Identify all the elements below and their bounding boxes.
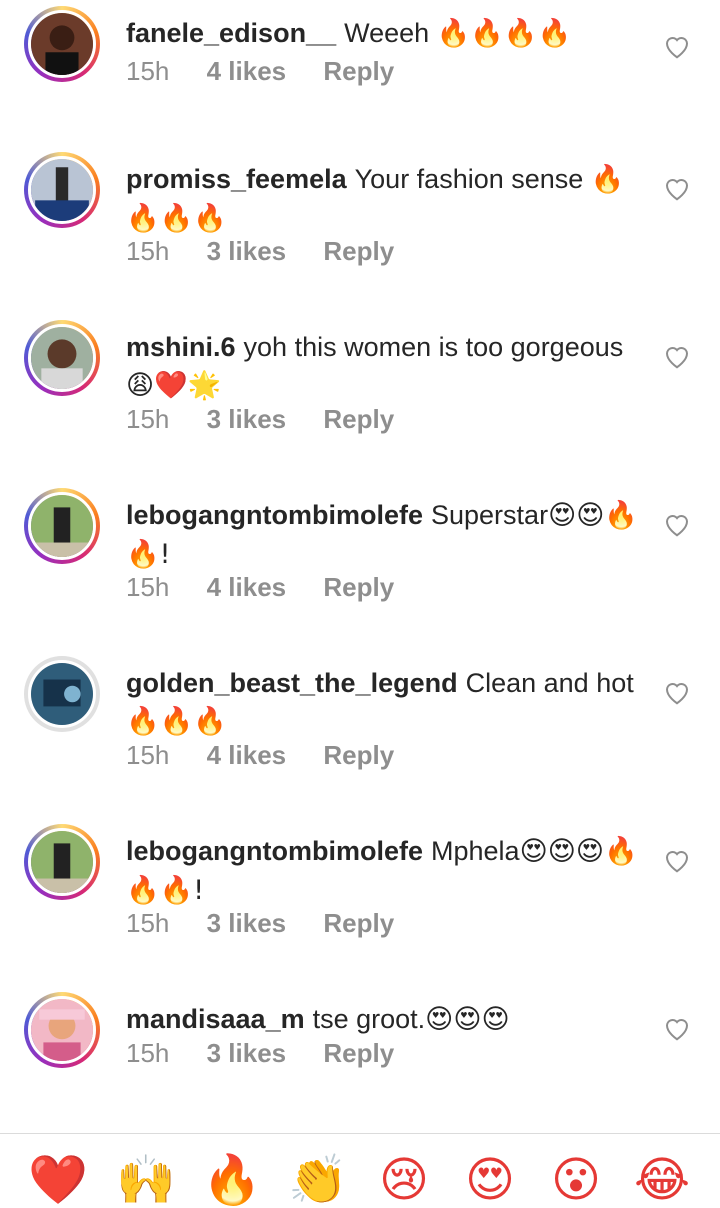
reply-button[interactable]: Reply	[323, 1038, 394, 1068]
comment-body: Superstar	[431, 500, 549, 530]
comment-meta: 15h 3 likes Reply	[126, 404, 424, 435]
comment-username[interactable]: mandisaaa_m	[126, 1004, 305, 1034]
comment-body: Clean and hot	[465, 668, 634, 698]
comment-text: lebogangntombimolefe Mphela😍😍😍🔥🔥🔥!	[126, 832, 646, 910]
comment-time: 15h	[126, 56, 170, 86]
comment-username[interactable]: lebogangntombimolefe	[126, 836, 423, 866]
comment-emoji: 🔥🔥🔥	[126, 706, 227, 737]
like-heart-icon[interactable]	[662, 1014, 692, 1042]
comment-likes[interactable]: 3 likes	[207, 908, 287, 938]
reply-button[interactable]: Reply	[323, 740, 394, 770]
heart-eyes-reaction-icon[interactable]: 😍	[458, 1152, 522, 1208]
reply-button[interactable]: Reply	[323, 572, 394, 602]
like-heart-icon[interactable]	[662, 510, 692, 538]
avatar[interactable]	[24, 152, 100, 228]
comment-text: fanele_edison__ Weeeh 🔥🔥🔥🔥	[126, 14, 646, 53]
heart-reaction-icon[interactable]: ❤️	[26, 1152, 90, 1208]
comment-meta: 15h 3 likes Reply	[126, 908, 424, 939]
avatar[interactable]	[24, 320, 100, 396]
comment-meta: 15h 4 likes Reply	[126, 56, 424, 87]
comment-emoji: 😩❤️🌟	[126, 370, 222, 401]
comment-time: 15h	[126, 908, 170, 938]
comment-username[interactable]: lebogangntombimolefe	[126, 500, 423, 530]
comment-meta: 15h 4 likes Reply	[126, 572, 424, 603]
clapping-hands-reaction-icon[interactable]: 👏	[286, 1152, 350, 1208]
reply-button[interactable]: Reply	[323, 908, 394, 938]
comment-likes[interactable]: 4 likes	[207, 56, 287, 86]
comment-meta: 15h 3 likes Reply	[126, 1038, 424, 1069]
comment-body: Weeeh	[344, 18, 430, 48]
comment-time: 15h	[126, 572, 170, 602]
comment-meta: 15h 4 likes Reply	[126, 740, 424, 771]
reply-button[interactable]: Reply	[323, 56, 394, 86]
comment-text: mshini.6 yoh this women is too gorgeous 😩…	[126, 328, 646, 405]
comment-time: 15h	[126, 404, 170, 434]
comment-body: Mphela	[431, 836, 520, 866]
tears-of-joy-reaction-icon[interactable]: 😂	[630, 1152, 694, 1208]
comment-likes[interactable]: 4 likes	[207, 572, 287, 602]
comment-username[interactable]: mshini.6	[126, 332, 236, 362]
avatar[interactable]	[24, 992, 100, 1068]
comment-body: yoh this women is too gorgeous	[243, 332, 624, 362]
avatar[interactable]	[24, 488, 100, 564]
reply-button[interactable]: Reply	[323, 404, 394, 434]
comment-body: Your fashion sense	[354, 164, 584, 194]
like-heart-icon[interactable]	[662, 174, 692, 202]
comment-likes[interactable]: 3 likes	[207, 404, 287, 434]
avatar[interactable]	[24, 6, 100, 82]
comment-time: 15h	[126, 1038, 170, 1068]
like-heart-icon[interactable]	[662, 678, 692, 706]
comment-meta: 15h 3 likes Reply	[126, 236, 424, 267]
comment-username[interactable]: fanele_edison__	[126, 18, 336, 48]
fire-reaction-icon[interactable]: 🔥	[200, 1152, 264, 1208]
reply-button[interactable]: Reply	[323, 236, 394, 266]
comment-likes[interactable]: 4 likes	[207, 740, 287, 770]
comment-likes[interactable]: 3 likes	[207, 236, 287, 266]
like-heart-icon[interactable]	[662, 32, 692, 60]
comment-text: lebogangntombimolefe Superstar😍😍🔥🔥!	[126, 496, 646, 574]
comment-username[interactable]: promiss_feemela	[126, 164, 347, 194]
like-heart-icon[interactable]	[662, 342, 692, 370]
comment-body: tse groot.	[312, 1004, 426, 1034]
emoji-reaction-bar: ❤️ 🙌 🔥 👏 😢 😍 😮 😂	[0, 1134, 720, 1208]
comment-emoji: 🔥🔥🔥🔥	[436, 18, 572, 49]
comment-time: 15h	[126, 236, 170, 266]
crying-face-reaction-icon[interactable]: 😢	[372, 1152, 436, 1208]
comment-text: promiss_feemela Your fashion sense 🔥🔥🔥🔥	[126, 160, 646, 238]
comment-text: golden_beast_the_legend Clean and hot 🔥🔥🔥	[126, 664, 646, 741]
avatar[interactable]	[24, 824, 100, 900]
comment-emoji: 😍😍😍	[425, 1004, 510, 1035]
avatar[interactable]	[24, 656, 100, 732]
comment-text: mandisaaa_m tse groot.😍😍😍	[126, 1000, 646, 1039]
comment-time: 15h	[126, 740, 170, 770]
comment-likes[interactable]: 3 likes	[207, 1038, 287, 1068]
like-heart-icon[interactable]	[662, 846, 692, 874]
comment-username[interactable]: golden_beast_the_legend	[126, 668, 458, 698]
raised-hands-reaction-icon[interactable]: 🙌	[114, 1152, 178, 1208]
surprised-face-reaction-icon[interactable]: 😮	[544, 1152, 608, 1208]
